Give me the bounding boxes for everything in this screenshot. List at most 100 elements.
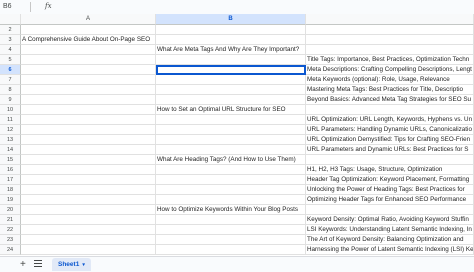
cell-a[interactable] xyxy=(21,215,156,225)
cell-c[interactable]: URL Optimization Demystified: Tips for C… xyxy=(306,135,474,145)
cell-c[interactable]: H1, H2, H3 Tags: Usage, Structure, Optim… xyxy=(306,165,474,175)
row-number[interactable]: 5 xyxy=(0,55,21,65)
cell-a[interactable] xyxy=(21,195,156,205)
row-number[interactable]: 15 xyxy=(0,155,21,165)
cell-a[interactable] xyxy=(21,115,156,125)
cell-b[interactable] xyxy=(156,175,306,185)
cell-a[interactable] xyxy=(21,95,156,105)
cell-a[interactable] xyxy=(21,75,156,85)
cell-c[interactable]: Header Tag Optimization: Keyword Placeme… xyxy=(306,175,474,185)
cell-a[interactable]: A Comprehensive Guide About On-Page SEO xyxy=(21,35,156,45)
row-number[interactable]: 12 xyxy=(0,125,21,135)
row-number[interactable]: 4 xyxy=(0,45,21,55)
row-number[interactable]: 13 xyxy=(0,135,21,145)
column-header-c[interactable] xyxy=(306,14,474,25)
cell-c[interactable]: Optimizing Header Tags for Enhanced SEO … xyxy=(306,195,474,205)
name-box[interactable]: B6 xyxy=(3,3,12,10)
cell-c[interactable]: Mastering Meta Tags: Best Practices for … xyxy=(306,85,474,95)
cell-c[interactable] xyxy=(306,205,474,215)
cell-a[interactable] xyxy=(21,175,156,185)
cell-b[interactable]: How to Optimize Keywords Within Your Blo… xyxy=(156,205,306,215)
cell-c[interactable] xyxy=(306,155,474,165)
cell-a[interactable] xyxy=(21,145,156,155)
cell-b[interactable] xyxy=(156,145,306,155)
cell-b[interactable] xyxy=(156,75,306,85)
cell-b[interactable] xyxy=(156,235,306,245)
row-number[interactable]: 9 xyxy=(0,95,21,105)
cell-b[interactable] xyxy=(156,165,306,175)
row-number[interactable]: 18 xyxy=(0,185,21,195)
cell-c[interactable]: The Art of Keyword Density: Balancing Op… xyxy=(306,235,474,245)
sheet-tab[interactable]: Sheet1 ▾ xyxy=(52,258,91,271)
select-all-corner[interactable] xyxy=(0,14,21,25)
cell-c[interactable] xyxy=(306,35,474,45)
cell-c[interactable] xyxy=(306,45,474,55)
cell-a[interactable] xyxy=(21,245,156,255)
cell-a[interactable] xyxy=(21,235,156,245)
row-number[interactable]: 14 xyxy=(0,145,21,155)
cell-a[interactable] xyxy=(21,165,156,175)
cell-b[interactable]: What Are Meta Tags And Why Are They Impo… xyxy=(156,45,306,55)
cell-c[interactable] xyxy=(306,105,474,115)
cell-b[interactable] xyxy=(156,25,306,35)
row-number[interactable]: 24 xyxy=(0,245,21,255)
cell-c[interactable]: Unlocking the Power of Heading Tags: Bes… xyxy=(306,185,474,195)
cell-c[interactable] xyxy=(306,25,474,35)
cell-b[interactable] xyxy=(156,135,306,145)
add-sheet-button[interactable]: + xyxy=(20,259,26,270)
cell-b[interactable] xyxy=(156,85,306,95)
cell-b[interactable]: How to Set an Optimal URL Structure for … xyxy=(156,105,306,115)
cell-a[interactable] xyxy=(21,45,156,55)
cell-c[interactable]: Meta Descriptions: Crafting Compelling D… xyxy=(306,65,474,75)
row-number[interactable]: 7 xyxy=(0,75,21,85)
cell-c[interactable]: URL Optimization: URL Length, Keywords, … xyxy=(306,115,474,125)
chevron-down-icon[interactable]: ▾ xyxy=(82,262,85,268)
row-number[interactable]: 6 xyxy=(0,65,21,75)
cell-b[interactable] xyxy=(156,125,306,135)
cell-c[interactable]: URL Parameters and Dynamic URLs: Best Pr… xyxy=(306,145,474,155)
row-number[interactable]: 10 xyxy=(0,105,21,115)
row-number[interactable]: 3 xyxy=(0,35,21,45)
cell-b[interactable] xyxy=(156,35,306,45)
cell-b[interactable]: What Are Heading Tags? (And How to Use T… xyxy=(156,155,306,165)
cell-a[interactable] xyxy=(21,185,156,195)
column-header-b[interactable]: B xyxy=(156,14,306,25)
cell-b[interactable] xyxy=(156,55,306,65)
cell-c[interactable]: Meta Keywords (optional): Role, Usage, R… xyxy=(306,75,474,85)
cell-c[interactable]: URL Parameters: Handling Dynamic URLs, C… xyxy=(306,125,474,135)
cell-a[interactable] xyxy=(21,205,156,215)
cell-c[interactable]: Beyond Basics: Advanced Meta Tag Strateg… xyxy=(306,95,474,105)
cell-b[interactable] xyxy=(156,95,306,105)
row-number[interactable]: 19 xyxy=(0,195,21,205)
cell-c[interactable]: Title Tags: Importance, Best Practices, … xyxy=(306,55,474,65)
row-number[interactable]: 22 xyxy=(0,225,21,235)
row-number[interactable]: 20 xyxy=(0,205,21,215)
row-number[interactable]: 8 xyxy=(0,85,21,95)
column-header-a[interactable]: A xyxy=(21,14,156,25)
row-number[interactable]: 21 xyxy=(0,215,21,225)
row-number[interactable]: 2 xyxy=(0,25,21,35)
cell-a[interactable] xyxy=(21,85,156,95)
cell-b[interactable] xyxy=(156,195,306,205)
cell-b[interactable] xyxy=(156,185,306,195)
cell-a[interactable] xyxy=(21,65,156,75)
cell-c[interactable]: Harnessing the Power of Latent Semantic … xyxy=(306,245,474,255)
active-cell[interactable] xyxy=(156,65,306,75)
cell-b[interactable] xyxy=(156,115,306,125)
cell-a[interactable] xyxy=(21,155,156,165)
row-number[interactable]: 23 xyxy=(0,235,21,245)
cell-c[interactable]: Keyword Density: Optimal Ratio, Avoiding… xyxy=(306,215,474,225)
cell-a[interactable] xyxy=(21,25,156,35)
row-number[interactable]: 17 xyxy=(0,175,21,185)
cell-b[interactable] xyxy=(156,245,306,255)
row-number[interactable]: 11 xyxy=(0,115,21,125)
cell-a[interactable] xyxy=(21,125,156,135)
row-number[interactable]: 16 xyxy=(0,165,21,175)
cell-a[interactable] xyxy=(21,135,156,145)
cell-a[interactable] xyxy=(21,225,156,235)
cell-c[interactable]: LSI Keywords: Understanding Latent Seman… xyxy=(306,225,474,235)
cell-a[interactable] xyxy=(21,105,156,115)
cell-b[interactable] xyxy=(156,225,306,235)
cell-b[interactable] xyxy=(156,215,306,225)
all-sheets-menu-icon[interactable] xyxy=(34,260,42,267)
